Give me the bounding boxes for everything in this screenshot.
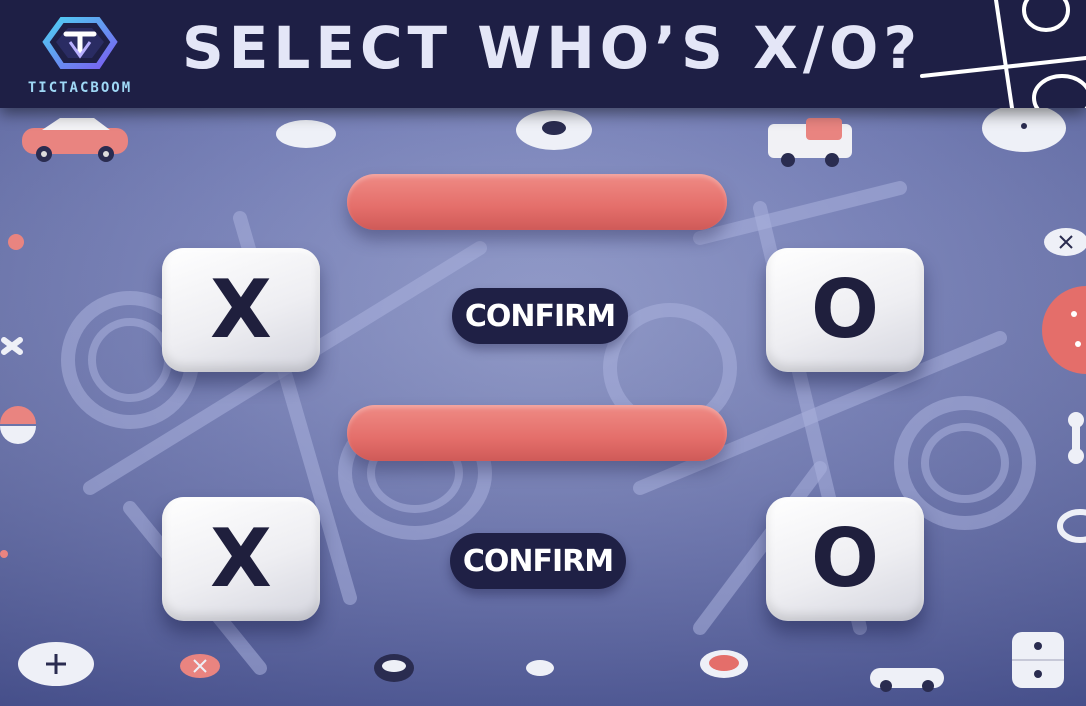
header-bar: TICTACBOOM SELECT WHO’S X/O? [0, 0, 1086, 108]
o-token-icon: O [810, 512, 879, 605]
logo: TICTACBOOM [10, 8, 150, 104]
logo-text: TICTACBOOM [27, 80, 133, 96]
page-title: SELECT WHO’S X/O? [182, 14, 922, 82]
confirm-button-row1[interactable]: CONFIRM [452, 288, 628, 344]
player-two-name-bar[interactable] [347, 405, 727, 461]
select-x-button-row1[interactable]: X [162, 248, 320, 372]
select-o-button-row2[interactable]: O [766, 497, 924, 621]
confirm-button-row2[interactable]: CONFIRM [450, 533, 626, 589]
tictactoe-grid-icon [920, 0, 1086, 108]
player-one-name-bar[interactable] [347, 174, 727, 230]
confirm-label: CONFIRM [462, 543, 614, 579]
select-o-button-row1[interactable]: O [766, 248, 924, 372]
plus-button-icon [18, 642, 94, 686]
x-token-icon: X [210, 512, 272, 605]
confirm-label: CONFIRM [464, 298, 616, 334]
select-x-button-row2[interactable]: X [162, 497, 320, 621]
game-screen: TICTACBOOM SELECT WHO’S X/O? X CONFIRM O… [0, 0, 1086, 706]
o-token-icon: O [810, 263, 879, 356]
x-token-icon: X [210, 263, 272, 356]
logo-icon [42, 17, 118, 69]
